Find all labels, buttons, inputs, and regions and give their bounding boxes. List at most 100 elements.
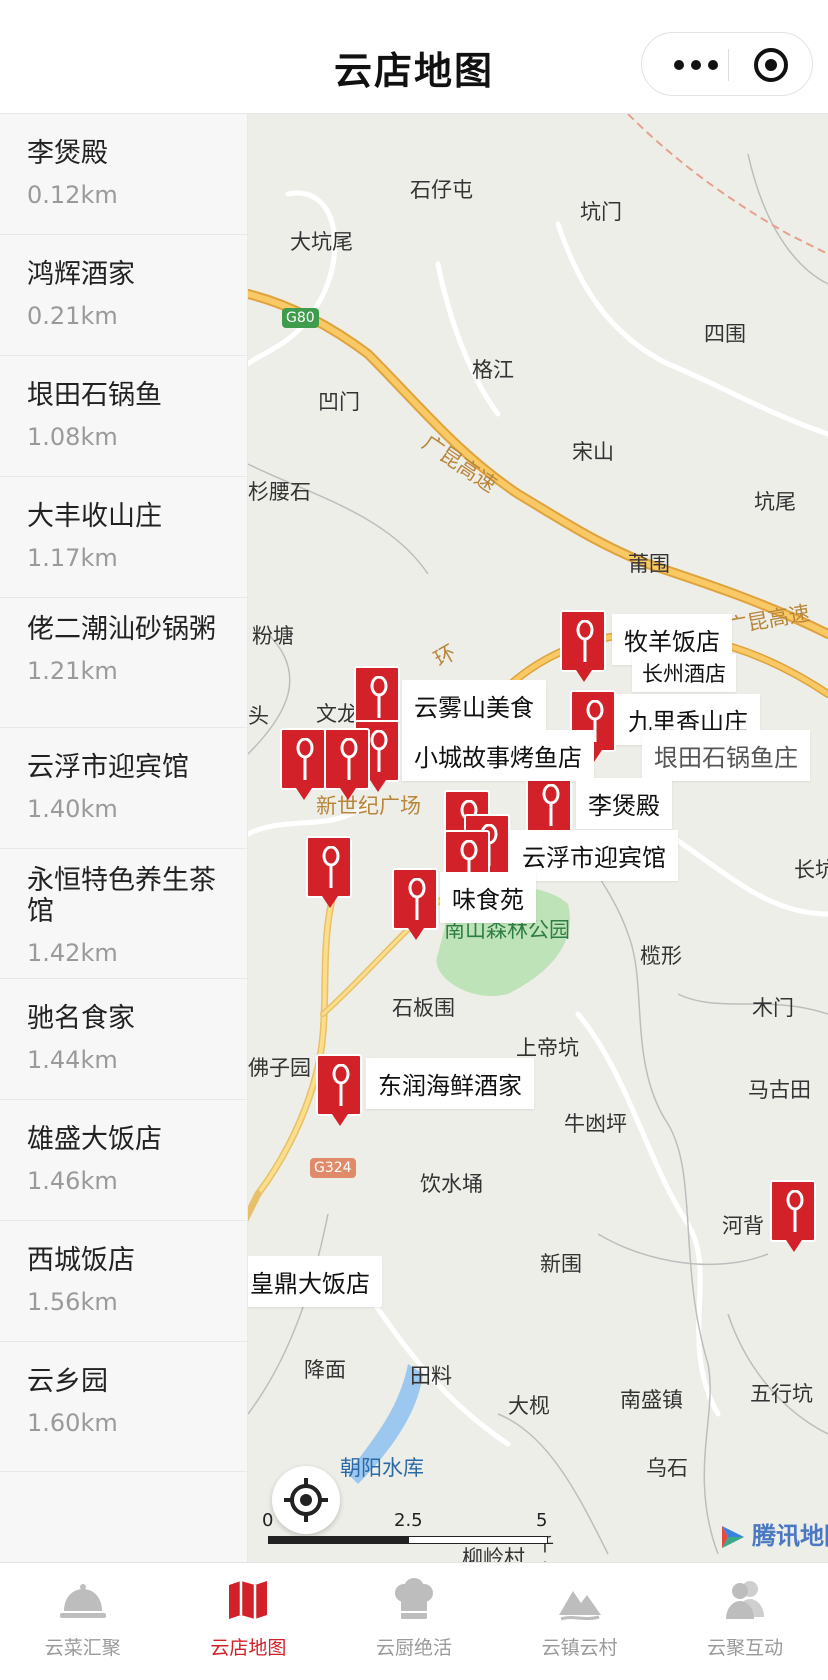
tab-label: 云厨绝活 [375, 1637, 452, 1659]
place-label: 石板围 [392, 996, 455, 1020]
list-item[interactable]: 云乡园 1.60km [0, 1342, 247, 1472]
place-label: 长坑 [794, 858, 828, 882]
place-label: 杉腰石 [248, 480, 311, 504]
restaurant-distance: 1.46km [27, 1167, 118, 1195]
road-shield: G80 [282, 308, 319, 328]
restaurant-list[interactable]: 李煲殿 0.12km 鸿辉酒家 0.21km 垠田石锅鱼 1.08km 大丰收山… [0, 114, 248, 1562]
restaurant-distance: 1.44km [27, 1046, 118, 1074]
restaurant-marker[interactable] [560, 610, 606, 682]
list-item[interactable]: 西城饭店 1.56km [0, 1221, 247, 1342]
place-label: 凹门 [318, 390, 360, 414]
list-item[interactable]: 垠田石锅鱼 1.08km [0, 356, 247, 477]
restaurant-distance: 1.42km [27, 939, 118, 967]
restaurant-name: 大丰收山庄 [27, 501, 162, 532]
chef-hat-icon [394, 1578, 433, 1619]
restaurant-marker[interactable] [280, 728, 326, 800]
restaurant-distance: 1.56km [27, 1288, 118, 1316]
restaurant-name: 云乡园 [27, 1366, 108, 1397]
restaurant-name: 垠田石锅鱼 [27, 380, 162, 411]
close-target-icon[interactable] [754, 48, 788, 82]
map-view[interactable]: 石仔屯 坑门 大坑尾 四围 格江 凹门 宋山 杉腰石 坑尾 莆围 粉塘 文龙坑 … [248, 114, 828, 1562]
list-item[interactable]: 李煲殿 0.12km [0, 114, 247, 235]
capsule-divider [728, 49, 729, 81]
map-scale: 0 2.5 5 千米 [262, 1510, 554, 1562]
tab-dishes[interactable]: 云菜汇聚 [0, 1563, 166, 1680]
restaurant-name: 鸿辉酒家 [27, 259, 135, 290]
users-icon [726, 1581, 765, 1619]
attribution-text: 腾讯地图 [752, 1522, 828, 1550]
scale-bar [268, 1536, 548, 1544]
mini-program-capsule [641, 32, 813, 96]
place-label: 宋山 [572, 440, 614, 464]
road-shield: G324 [310, 1158, 356, 1178]
scale-tick: 2.5 [394, 1510, 423, 1531]
restaurant-distance: 1.40km [27, 795, 118, 823]
list-item[interactable]: 云浮市迎宾馆 1.40km [0, 728, 247, 849]
tab-label: 云菜汇聚 [44, 1637, 121, 1659]
place-label: 五行坑 [750, 1382, 813, 1406]
bottom-tabbar: 云菜汇聚 云店地图 云厨绝活 云镇云村 云聚互动 [0, 1562, 828, 1680]
marker-label[interactable]: 皇鼎大饭店 [248, 1256, 382, 1307]
marker-label[interactable]: 味食苑 [440, 872, 536, 923]
restaurant-distance: 0.21km [27, 302, 118, 330]
list-item[interactable]: 雄盛大饭店 1.46km [0, 1100, 247, 1221]
tencent-map-logo-icon [722, 1526, 744, 1548]
restaurant-distance: 1.60km [27, 1409, 118, 1437]
place-label: 田料 [410, 1364, 452, 1388]
place-label: 四围 [704, 322, 746, 346]
list-item[interactable]: 佬二潮汕砂锅粥 1.21km [0, 598, 247, 728]
tab-chef[interactable]: 云厨绝活 [331, 1563, 497, 1680]
restaurant-distance: 1.21km [27, 657, 118, 685]
restaurant-name: 永恒特色养生茶馆 [27, 865, 216, 927]
place-label: 格江 [472, 358, 514, 382]
dish-cover-icon [59, 1584, 106, 1618]
tab-label: 云镇云村 [541, 1637, 618, 1659]
place-label: 牛凼坪 [564, 1112, 627, 1136]
restaurant-name: 西城饭店 [27, 1245, 135, 1276]
tab-map[interactable]: 云店地图 [166, 1563, 332, 1680]
restaurant-distance: 1.17km [27, 544, 118, 572]
restaurant-marker[interactable] [316, 1054, 362, 1126]
place-label: 粉塘 [252, 624, 294, 648]
place-label: 降面 [304, 1358, 346, 1382]
tab-label: 云店地图 [210, 1637, 287, 1659]
marker-label[interactable]: 小城故事烤鱼店 [402, 730, 594, 781]
map-attribution: 腾讯地图 [718, 1516, 828, 1552]
marker-label[interactable]: 东润海鲜酒家 [366, 1058, 534, 1109]
list-item[interactable]: 永恒特色养生茶馆 1.42km [0, 849, 247, 979]
place-label: 石仔屯 [410, 178, 473, 202]
restaurant-distance: 0.12km [27, 181, 118, 209]
list-item[interactable]: 驰名食家 1.44km [0, 979, 247, 1100]
marker-label[interactable]: 云雾山美食 [402, 680, 546, 731]
restaurant-marker[interactable] [306, 836, 352, 908]
tab-village[interactable]: 云镇云村 [497, 1563, 663, 1680]
restaurant-marker[interactable] [392, 868, 438, 940]
restaurant-distance: 1.08km [27, 423, 118, 451]
map-icon [229, 1581, 268, 1619]
scale-tick: 0 [262, 1510, 274, 1531]
mountain-icon [558, 1591, 601, 1621]
marker-label[interactable]: 长州酒店 [632, 654, 736, 692]
list-item[interactable]: 大丰收山庄 1.17km [0, 477, 247, 598]
place-label: 佛子园 [248, 1056, 311, 1080]
place-label: 朝阳水库 [340, 1456, 424, 1480]
place-label: 坑尾 [754, 490, 796, 514]
place-label: 榄形 [640, 944, 682, 968]
restaurant-name: 李煲殿 [27, 138, 108, 169]
more-menu-icon[interactable] [666, 33, 726, 97]
list-item[interactable]: 鸿辉酒家 0.21km [0, 235, 247, 356]
place-label: 河背 [722, 1214, 764, 1238]
tab-label: 云聚互动 [707, 1637, 784, 1659]
marker-label[interactable]: 垠田石锅鱼庄 [642, 730, 810, 781]
place-label: 新围 [540, 1252, 582, 1276]
place-label: 南盛镇 [620, 1388, 683, 1412]
restaurant-marker[interactable] [770, 1180, 816, 1252]
restaurant-name: 雄盛大饭店 [27, 1124, 162, 1155]
place-label: 大坑尾 [290, 230, 353, 254]
restaurant-name: 云浮市迎宾馆 [27, 752, 189, 783]
tab-interact[interactable]: 云聚互动 [662, 1563, 828, 1680]
marker-label[interactable]: 李煲殿 [576, 778, 672, 829]
restaurant-marker[interactable] [324, 728, 370, 800]
place-label: 莆围 [628, 552, 670, 576]
restaurant-name: 驰名食家 [27, 1003, 135, 1034]
